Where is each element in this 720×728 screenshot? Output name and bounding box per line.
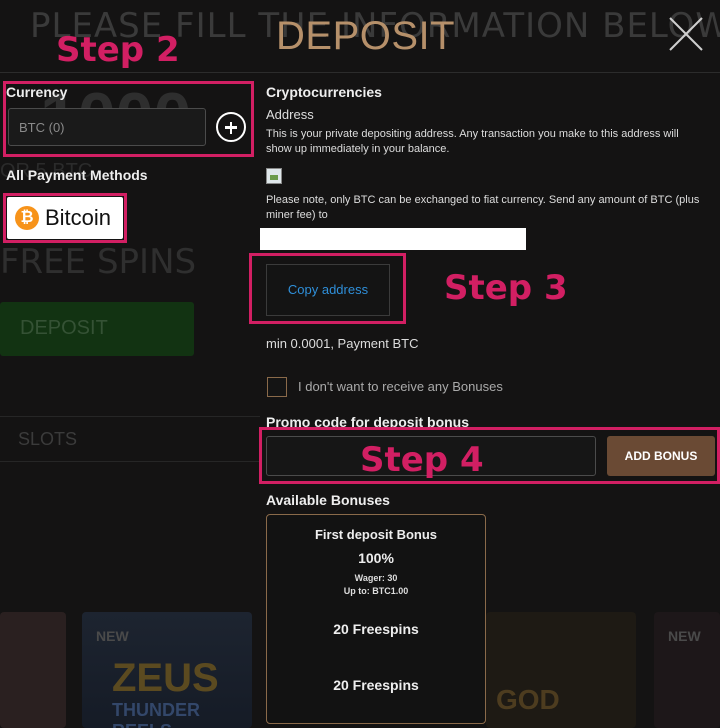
bonus-card-title: First deposit Bonus [314,527,438,542]
step-3-label: Step 3 [444,268,568,308]
step-4-label: Step 4 [360,440,484,480]
step-4-highlight [259,427,720,484]
qr-code-image-icon [266,168,282,184]
step-2-highlight [3,81,254,157]
min-deposit-text: min 0.0001, Payment BTC [266,336,419,351]
background-deposit-button: DEPOSIT [0,302,194,356]
step-2-label: Step 2 [56,30,180,70]
exchange-note: Please note, only BTC can be exchanged t… [266,194,700,221]
step-3-highlight [249,253,406,324]
available-bonuses-title: Available Bonuses [266,492,390,508]
background-slots-tab: SLOTS [0,416,260,462]
game-subtitle: THUNDER REELS [112,700,200,728]
crypto-title: Cryptocurrencies [266,84,382,100]
background-slots-label: SLOTS [18,429,78,449]
bonus-freespins: 20 Freespins [333,677,419,693]
modal-title: DEPOSIT [276,14,456,58]
game-thumbnail-zeus: NEW ZEUS THUNDER REELS [82,612,252,728]
bonus-wager: Wager: 30 [354,573,398,583]
header-divider [0,72,720,73]
close-button[interactable] [666,14,706,54]
background-free-spins: FREE SPINS [0,242,197,282]
game-title: ZEUS [112,656,219,700]
game-thumbnail-god: GOD [486,612,636,728]
game-title: GOD [496,684,560,715]
no-bonus-checkbox[interactable] [267,377,287,397]
bonus-freespins: 20 Freespins [333,621,419,637]
bitcoin-highlight [3,193,127,243]
bonus-max: Up to: BTC1.00 [343,586,409,596]
game-thumbnail [0,612,66,728]
deposit-address-field[interactable] [260,228,526,250]
address-title: Address [266,107,314,122]
new-badge: NEW [96,628,129,644]
payment-methods-label: All Payment Methods [6,167,148,183]
bonus-percent: 100% [358,550,394,566]
new-badge: NEW [668,628,701,644]
no-bonus-label: I don't want to receive any Bonuses [298,379,503,394]
address-description: This is your private depositing address.… [266,128,679,155]
background-deposit-label: DEPOSIT [20,317,108,339]
bonus-card[interactable]: First deposit Bonus 100% Wager: 30 Up to… [266,514,486,724]
game-thumbnail: NEW [654,612,720,728]
deposit-screen: PLEASE FILL THE INFORMATION BELOW 1000 O… [0,0,720,728]
close-icon [669,17,703,51]
